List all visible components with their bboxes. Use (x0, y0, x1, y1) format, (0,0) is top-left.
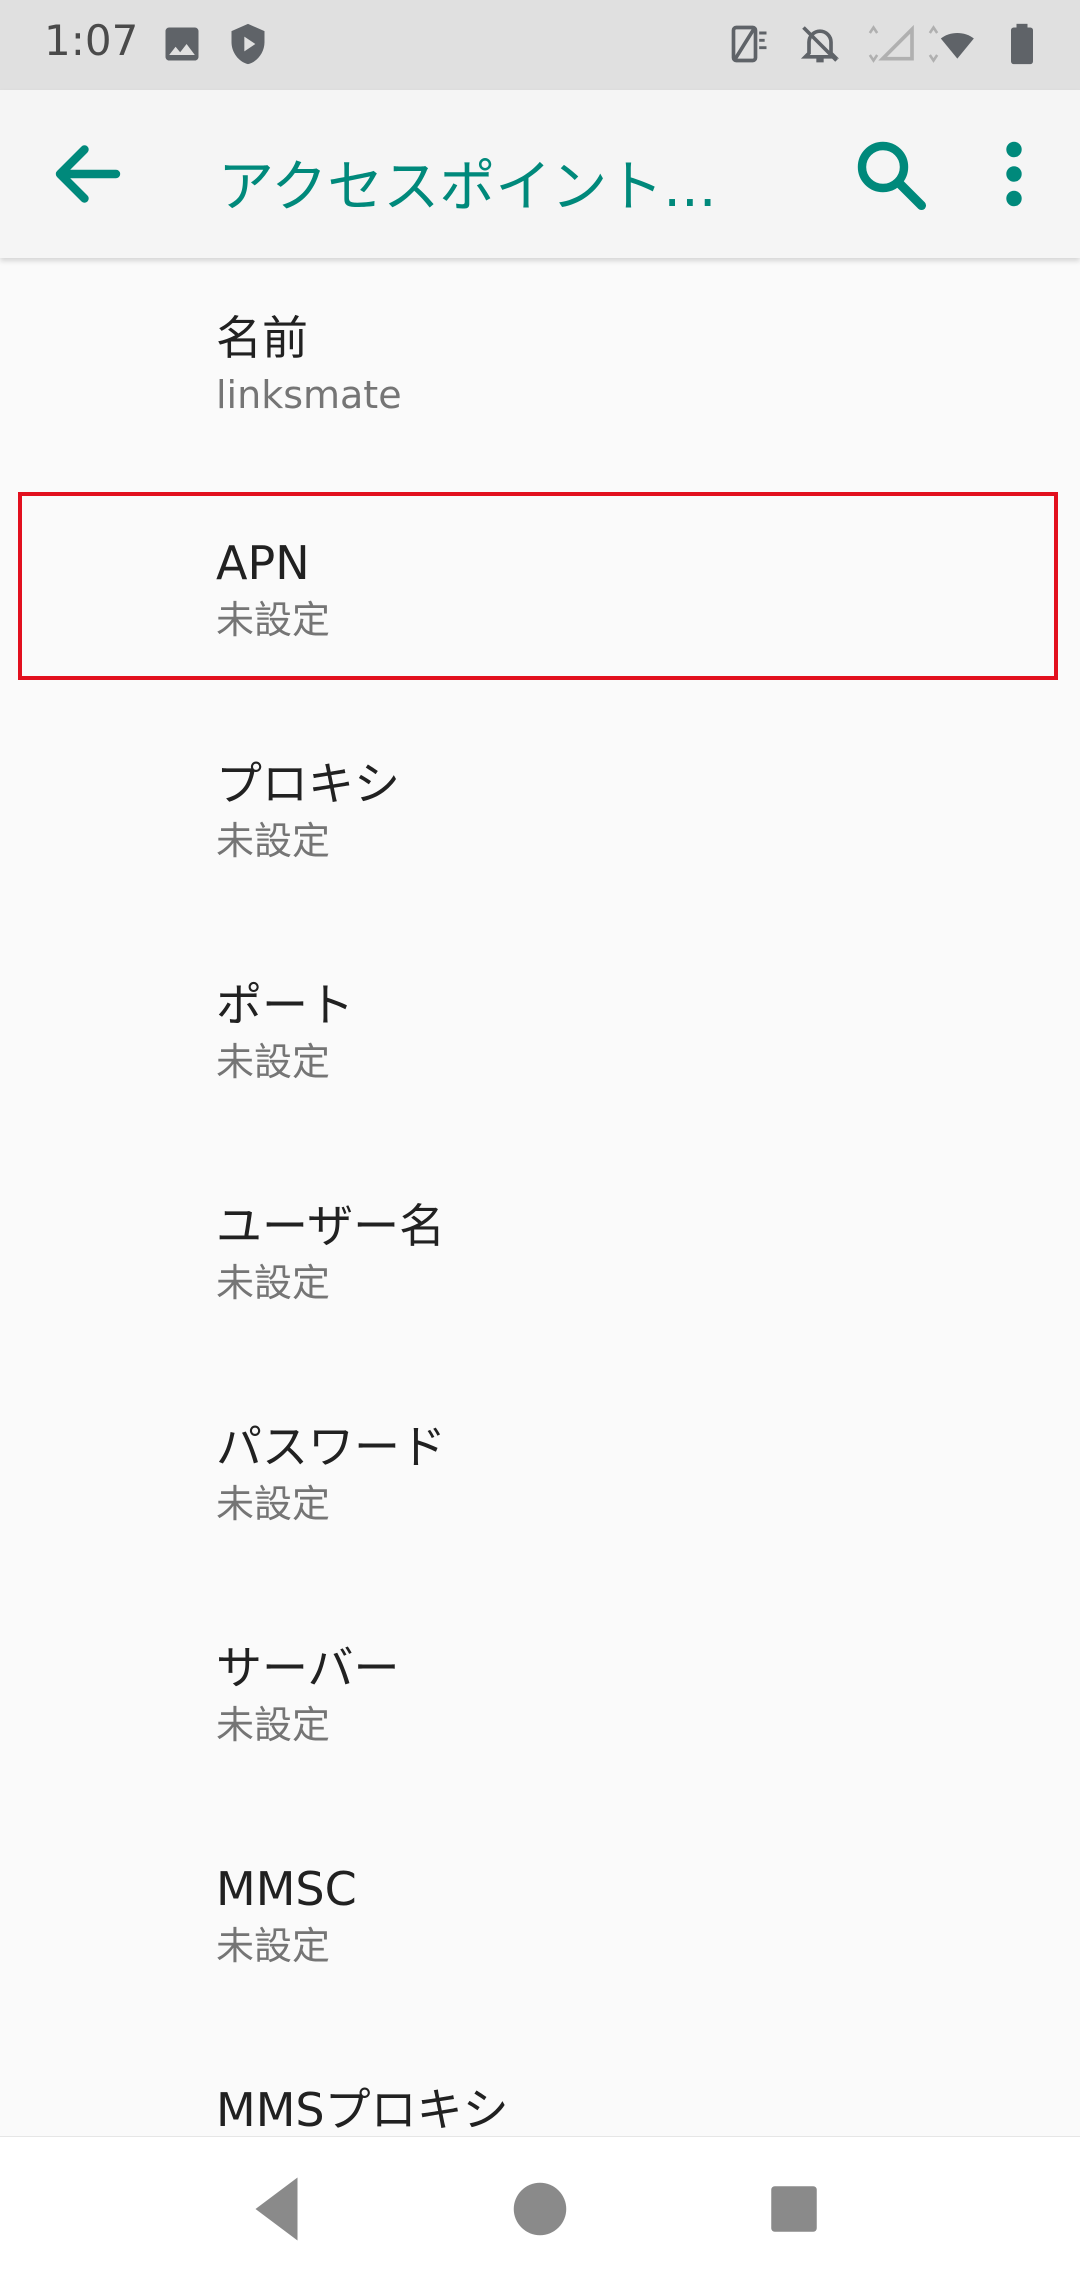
item-label: パスワード (216, 1420, 446, 1474)
wifi-icon (922, 22, 978, 66)
more-vert-icon[interactable] (972, 132, 1056, 216)
list-item-proxy[interactable]: プロキシ 未設定 (0, 700, 1080, 921)
image-icon (160, 22, 204, 66)
status-time: 1:07 (44, 16, 139, 65)
back-triangle-icon[interactable] (238, 2167, 322, 2251)
status-bar: 1:07 (0, 0, 1080, 90)
navigation-bar (0, 2136, 1080, 2280)
item-value: linksmate (216, 373, 402, 417)
list-item-mmsc[interactable]: MMSC 未設定 (0, 1805, 1080, 2026)
app-bar: アクセスポイント... (0, 90, 1080, 258)
list-item-password[interactable]: パスワード 未設定 (0, 1363, 1080, 1584)
list-item-name[interactable]: 名前 linksmate (0, 258, 1080, 479)
search-icon[interactable] (848, 132, 932, 216)
list-item-apn[interactable]: APN 未設定 (0, 479, 1080, 700)
notifications-off-icon (798, 22, 842, 66)
signal-icon (862, 22, 918, 66)
item-value: 未設定 (216, 819, 331, 863)
item-label: ユーザー名 (216, 1199, 446, 1253)
item-value: 未設定 (216, 598, 331, 642)
list-item-username[interactable]: ユーザー名 未設定 (0, 1142, 1080, 1363)
item-label: プロキシ (216, 757, 400, 811)
item-label: MMSC (216, 1862, 357, 1916)
apn-settings-list: 名前 linksmate APN 未設定 プロキシ 未設定 ポート 未設定 ユー… (0, 258, 1080, 2247)
item-label: APN (216, 536, 310, 590)
item-value: 未設定 (216, 1040, 331, 1084)
home-circle-icon[interactable] (498, 2167, 582, 2251)
arrow-left-icon[interactable] (46, 132, 130, 216)
item-value: 未設定 (216, 1703, 331, 1747)
item-label: ポート (216, 978, 354, 1032)
list-item-port[interactable]: ポート 未設定 (0, 921, 1080, 1142)
recents-square-icon[interactable] (752, 2167, 836, 2251)
shield-icon (226, 22, 270, 66)
item-label: 名前 (216, 311, 308, 365)
item-value: 未設定 (216, 1482, 331, 1526)
item-label: サーバー (216, 1641, 400, 1695)
page-title: アクセスポイント... (218, 155, 717, 220)
item-label: MMSプロキシ (216, 2083, 509, 2137)
battery-icon (1004, 22, 1040, 66)
item-value: 未設定 (216, 1924, 331, 1968)
item-value: 未設定 (216, 1261, 331, 1305)
screen-rotate-icon (728, 22, 772, 66)
list-item-server[interactable]: サーバー 未設定 (0, 1584, 1080, 1805)
